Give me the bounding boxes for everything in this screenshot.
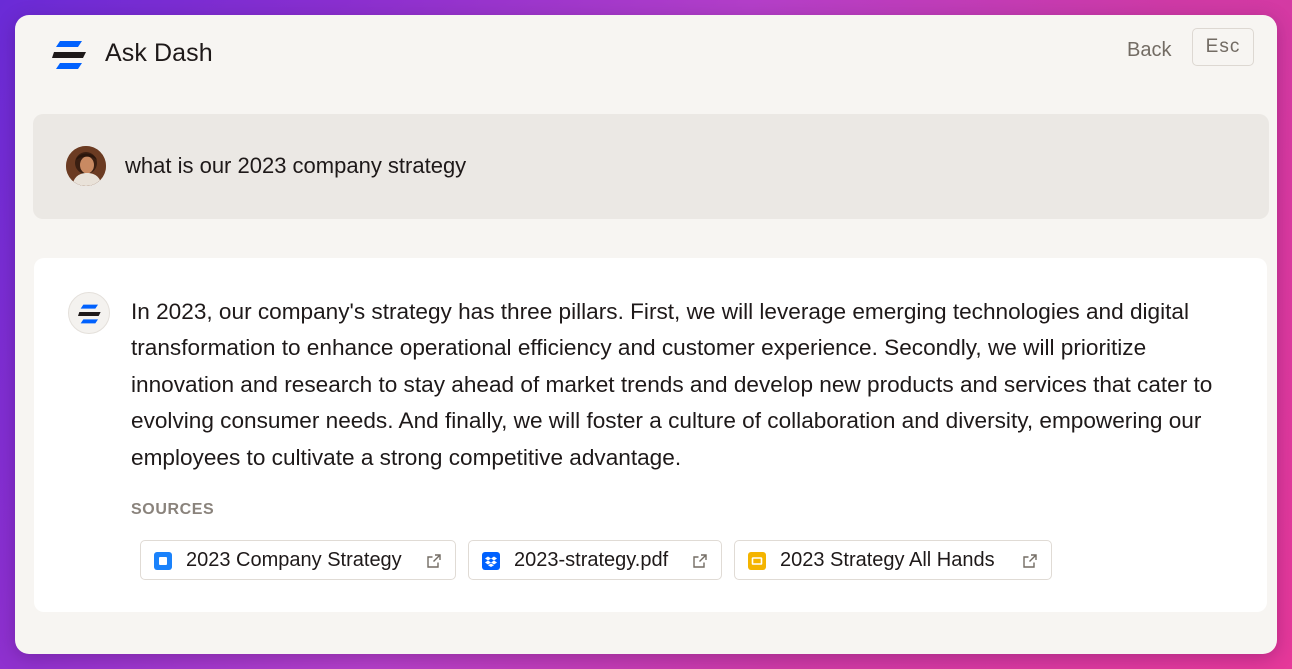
slides-yellow-icon: [748, 552, 766, 570]
esc-button[interactable]: Esc: [1192, 28, 1254, 66]
source-label: 2023-strategy.pdf: [514, 549, 669, 571]
user-query: what is our 2023 company strategy: [33, 114, 1269, 219]
sources-label: SOURCES: [131, 501, 215, 518]
dropbox-icon: [482, 552, 500, 570]
back-button[interactable]: Back: [1127, 37, 1171, 63]
external-link-icon: [1023, 554, 1037, 568]
query-text: what is our 2023 company strategy: [125, 153, 467, 178]
avatar: [66, 146, 106, 186]
source-chip-company-strategy[interactable]: 2023 Company Strategy: [140, 540, 456, 580]
source-label: 2023 Strategy All Hands: [780, 549, 995, 571]
header: Ask Dash Back Esc: [15, 15, 1277, 95]
dash-assistant-avatar: [68, 292, 110, 334]
dash-logo-icon: [52, 41, 86, 69]
ask-dash-window: Ask Dash Back Esc what is our 2023 compa…: [15, 15, 1277, 654]
source-label: 2023 Company Strategy: [186, 549, 402, 571]
dash-logo-icon: [78, 304, 101, 324]
source-chip-strategy-pdf[interactable]: 2023-strategy.pdf: [468, 540, 722, 580]
external-link-icon: [693, 554, 707, 568]
answer-text: In 2023, our company's strategy has thre…: [131, 299, 1213, 470]
app-title: Ask Dash: [105, 39, 213, 67]
answer-card: In 2023, our company's strategy has thre…: [34, 258, 1267, 612]
external-link-icon: [427, 554, 441, 568]
user-photo-icon: [66, 146, 106, 186]
doc-blue-square-icon: [154, 552, 172, 570]
source-chip-all-hands[interactable]: 2023 Strategy All Hands: [734, 540, 1052, 580]
